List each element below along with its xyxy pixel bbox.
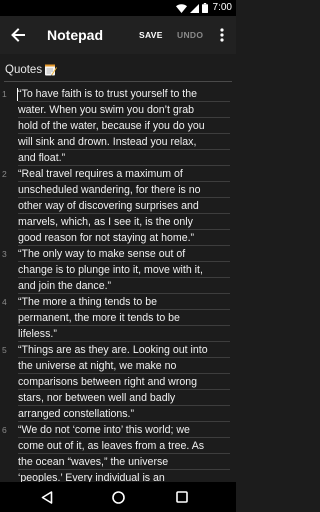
note-line[interactable]: marvels, which, as I see it, is the only bbox=[0, 214, 236, 230]
note-line-text[interactable]: marvels, which, as I see it, is the only bbox=[18, 214, 193, 230]
note-line[interactable]: other way of discovering surprises and bbox=[0, 198, 236, 214]
note-line[interactable]: and join the dance.” bbox=[0, 278, 236, 294]
note-line-text[interactable]: other way of discovering surprises and bbox=[18, 198, 199, 214]
note-line-text[interactable]: come out of it, as leaves from a tree. A… bbox=[18, 438, 204, 454]
note-line[interactable]: lifeless.” bbox=[0, 326, 236, 342]
note-line-text[interactable]: the ocean “waves,” the universe bbox=[18, 454, 168, 470]
note-line-text[interactable]: “Things are as they are. Looking out int… bbox=[18, 342, 208, 358]
note-line[interactable]: 6 “We do not ‘come into’ this world; we bbox=[0, 422, 236, 438]
memo-icon bbox=[45, 64, 57, 76]
note-line[interactable]: and float.” bbox=[0, 150, 236, 166]
cellular-signal-icon bbox=[189, 3, 199, 13]
line-number: 6 bbox=[2, 425, 7, 435]
note-line-text[interactable]: “We do not ‘come into’ this world; we bbox=[18, 422, 190, 438]
nav-home-button[interactable] bbox=[109, 488, 127, 506]
note-line-text[interactable]: and join the dance.” bbox=[18, 278, 111, 294]
status-time: 7:00 bbox=[212, 2, 232, 13]
home-circle-icon bbox=[111, 490, 125, 504]
save-button[interactable]: SAVE bbox=[139, 29, 163, 41]
note-line[interactable]: 2 “Real travel requires a maximum of bbox=[0, 166, 236, 182]
note-line-text[interactable]: unscheduled wandering, for there is no bbox=[18, 182, 201, 198]
note-line[interactable]: arranged constellations.” bbox=[0, 406, 236, 422]
note-title-row[interactable]: Quotes bbox=[0, 54, 236, 84]
note-line[interactable]: stars, nor between well and badly bbox=[0, 390, 236, 406]
note-line-text[interactable]: “To have faith is to trust yourself to t… bbox=[18, 86, 197, 102]
note-line[interactable]: water. When you swim you don’t grab bbox=[0, 102, 236, 118]
line-number: 2 bbox=[2, 169, 7, 179]
note-line[interactable]: hold of the water, because if you do you bbox=[0, 118, 236, 134]
note-title[interactable]: Quotes bbox=[5, 63, 42, 77]
line-number: 1 bbox=[2, 89, 7, 99]
note-line[interactable]: the universe at night, we make no bbox=[0, 358, 236, 374]
note-line-text[interactable]: good reason for not staying at home.” bbox=[18, 230, 194, 246]
line-number: 3 bbox=[2, 249, 7, 259]
back-triangle-icon bbox=[41, 490, 53, 504]
note-line[interactable]: comparisons between right and wrong bbox=[0, 374, 236, 390]
more-vert-icon bbox=[220, 28, 224, 42]
more-options-button[interactable] bbox=[212, 25, 232, 45]
note-line[interactable]: good reason for not staying at home.” bbox=[0, 230, 236, 246]
note-line-text[interactable]: the universe at night, we make no bbox=[18, 358, 176, 374]
status-icons: 7:00 bbox=[175, 2, 232, 14]
note-line[interactable]: the ocean “waves,” the universe bbox=[0, 454, 236, 470]
note-line[interactable]: 3 “The only way to make sense out of bbox=[0, 246, 236, 262]
note-line-text[interactable]: “The more a thing tends to be bbox=[18, 294, 157, 310]
note-line-text[interactable]: “Real travel requires a maximum of bbox=[18, 166, 183, 182]
note-line-text[interactable]: and float.” bbox=[18, 150, 65, 166]
line-number: 5 bbox=[2, 345, 7, 355]
note-line[interactable]: come out of it, as leaves from a tree. A… bbox=[0, 438, 236, 454]
title-divider bbox=[4, 81, 232, 82]
note-line-text[interactable]: ‘peoples.’ Every individual is an bbox=[18, 470, 165, 482]
note-line-text[interactable]: comparisons between right and wrong bbox=[18, 374, 197, 390]
note-line[interactable]: ‘peoples.’ Every individual is an bbox=[0, 470, 236, 482]
note-line-text[interactable]: arranged constellations.” bbox=[18, 406, 134, 422]
line-number: 4 bbox=[2, 297, 7, 307]
note-line-text[interactable]: permanent, the more it tends to be bbox=[18, 310, 180, 326]
note-line-text[interactable]: hold of the water, because if you do you bbox=[18, 118, 205, 134]
note-line-text[interactable]: stars, nor between well and badly bbox=[18, 390, 175, 406]
app-title: Notepad bbox=[47, 27, 103, 43]
navigation-bar bbox=[0, 482, 236, 512]
recents-square-icon bbox=[176, 491, 188, 503]
text-cursor bbox=[17, 88, 18, 101]
note-line[interactable]: will sink and drown. Instead you relax, bbox=[0, 134, 236, 150]
app-bar: Notepad SAVE UNDO bbox=[0, 16, 236, 54]
back-arrow-icon bbox=[11, 28, 25, 42]
status-bar: 7:00 bbox=[0, 0, 236, 16]
battery-icon bbox=[201, 3, 208, 13]
note-line-text[interactable]: lifeless.” bbox=[18, 326, 57, 342]
note-line[interactable]: 4 “The more a thing tends to be bbox=[0, 294, 236, 310]
note-line[interactable]: unscheduled wandering, for there is no bbox=[0, 182, 236, 198]
note-line[interactable]: permanent, the more it tends to be bbox=[0, 310, 236, 326]
note-body-editor[interactable]: 1 “To have faith is to trust yourself to … bbox=[0, 86, 236, 482]
wifi-icon bbox=[175, 3, 187, 13]
nav-back-button[interactable] bbox=[38, 488, 56, 506]
nav-recents-button[interactable] bbox=[173, 488, 191, 506]
note-line-text[interactable]: “The only way to make sense out of bbox=[18, 246, 185, 262]
undo-button[interactable]: UNDO bbox=[177, 29, 203, 41]
note-line[interactable]: change is to plunge into it, move with i… bbox=[0, 262, 236, 278]
back-button[interactable] bbox=[6, 23, 30, 47]
note-line[interactable]: 1 “To have faith is to trust yourself to … bbox=[0, 86, 236, 102]
note-line-text[interactable]: water. When you swim you don’t grab bbox=[18, 102, 194, 118]
note-line[interactable]: 5 “Things are as they are. Looking out in… bbox=[0, 342, 236, 358]
note-line-text[interactable]: will sink and drown. Instead you relax, bbox=[18, 134, 196, 150]
note-line-text[interactable]: change is to plunge into it, move with i… bbox=[18, 262, 203, 278]
